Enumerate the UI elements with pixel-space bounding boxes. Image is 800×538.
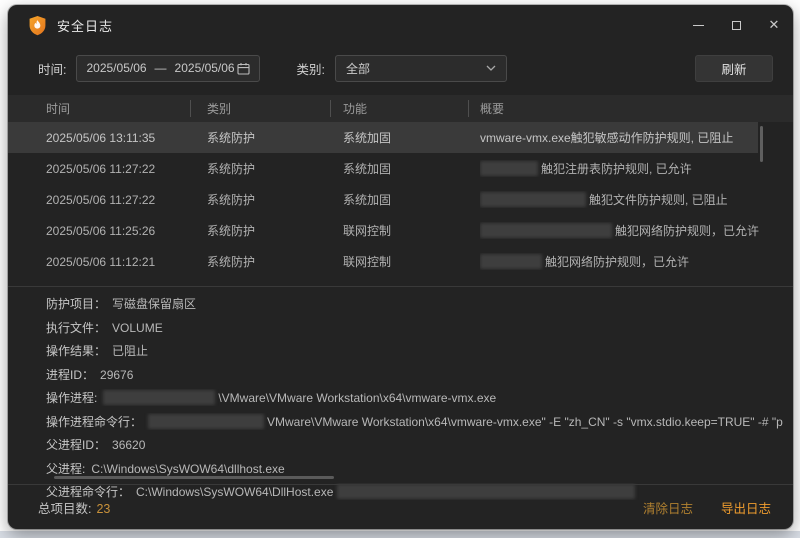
- date-range-separator: —: [155, 61, 167, 75]
- cell-summary: vmware-vmx.exe触犯敏感动作防护规则, 已阻止: [480, 129, 758, 146]
- detail-value: \VMware\VMware Workstation\x64\vmware-vm…: [218, 391, 496, 405]
- redacted-text: [480, 161, 538, 176]
- detail-label: 防护项目：: [46, 297, 106, 311]
- cell-summary: 触犯文件防护规则, 已阻止: [480, 191, 793, 208]
- cell-category: 系统防护: [207, 253, 343, 270]
- calendar-icon: [237, 62, 250, 75]
- detail-line: 防护项目： 写磁盘保留扇区: [46, 295, 783, 312]
- column-divider: [330, 100, 331, 117]
- detail-line: 父进程: C:\Windows\SysWOW64\dllhost.exe: [46, 460, 783, 477]
- detail-line: 操作进程: \VMware\VMware Workstation\x64\vmwa…: [46, 389, 783, 406]
- desktop-edge: [0, 531, 800, 538]
- filter-bar: 时间: 2025/05/06 — 2025/05/06 类别: 全部 刷新: [8, 52, 793, 84]
- detail-line: 执行文件： VOLUME: [46, 319, 783, 336]
- detail-label: 父进程ID：: [46, 438, 106, 452]
- table-row[interactable]: 2025/05/06 13:11:35 系统防护 系统加固 vmware-vmx…: [8, 122, 758, 153]
- vertical-scrollbar-thumb[interactable]: [760, 126, 763, 162]
- cell-function: 系统加固: [343, 191, 480, 208]
- detail-label: 执行文件：: [46, 321, 106, 335]
- footer-bar: 总项目数: 23 清除日志 导出日志: [8, 485, 793, 529]
- detail-label: 操作进程命令行：: [46, 415, 142, 429]
- detail-label: 操作进程:: [46, 391, 97, 405]
- detail-line: 进程ID： 29676: [46, 366, 783, 383]
- close-icon: ✕: [769, 17, 780, 33]
- export-log-button[interactable]: 导出日志: [721, 498, 771, 517]
- log-detail-panel: 防护项目： 写磁盘保留扇区 执行文件： VOLUME 操作结果： 已阻止 进程ID： 2…: [46, 295, 783, 500]
- redacted-text: [103, 390, 215, 405]
- category-filter-label: 类别:: [296, 59, 324, 78]
- cell-time: 2025/05/06 11:25:26: [46, 224, 207, 238]
- cell-summary: 触犯注册表防护规则, 已允许: [480, 160, 793, 177]
- date-to[interactable]: 2025/05/06: [175, 61, 235, 75]
- col-header-summary[interactable]: 概要: [480, 100, 793, 117]
- table-row[interactable]: 2025/05/06 11:27:22 系统防护 系统加固 触犯注册表防护规则,…: [8, 153, 793, 184]
- col-header-function[interactable]: 功能: [343, 100, 480, 117]
- detail-line: 操作进程命令行： VMware\VMware Workstation\x64\vm…: [46, 413, 783, 430]
- log-table-body: 2025/05/06 13:11:35 系统防护 系统加固 vmware-vmx…: [8, 122, 793, 277]
- cell-function: 联网控制: [343, 253, 480, 270]
- security-log-window: 安全日志 ✕ 时间: 2025/05/06 — 2025/05/06 类别: 全…: [8, 5, 793, 529]
- detail-label: 操作结果：: [46, 344, 106, 358]
- column-divider: [468, 100, 469, 117]
- cell-category: 系统防护: [207, 191, 343, 208]
- maximize-button[interactable]: [717, 5, 755, 45]
- shield-app-icon: [28, 15, 47, 36]
- cell-summary: 触犯网络防护规则，已允许: [480, 253, 793, 270]
- cell-summary: 触犯网络防护规则，已允许: [480, 222, 793, 239]
- redacted-text: [480, 254, 542, 269]
- section-divider: [8, 286, 793, 287]
- detail-value: 已阻止: [112, 344, 148, 358]
- category-select[interactable]: 全部: [335, 55, 507, 82]
- date-range-picker[interactable]: 2025/05/06 — 2025/05/06: [76, 55, 260, 82]
- chevron-down-icon: [486, 65, 496, 71]
- window-title: 安全日志: [57, 16, 113, 35]
- table-row[interactable]: 2025/05/06 11:12:21 系统防护 联网控制 触犯网络防护规则，已…: [8, 246, 793, 277]
- redacted-text: [480, 223, 612, 238]
- detail-value: C:\Windows\SysWOW64\dllhost.exe: [91, 462, 284, 476]
- cell-category: 系统防护: [207, 129, 343, 146]
- horizontal-scrollbar-thumb[interactable]: [54, 476, 334, 479]
- clear-log-button[interactable]: 清除日志: [643, 498, 693, 517]
- close-button[interactable]: ✕: [755, 5, 793, 45]
- time-filter-label: 时间:: [38, 59, 66, 78]
- detail-value: VMware\VMware Workstation\x64\vmware-vmx…: [267, 415, 783, 429]
- maximize-icon: [732, 21, 741, 30]
- date-from[interactable]: 2025/05/06: [86, 61, 146, 75]
- titlebar: 安全日志 ✕: [8, 5, 793, 45]
- table-row[interactable]: 2025/05/06 11:25:26 系统防护 联网控制 触犯网络防护规则，已…: [8, 215, 793, 246]
- col-header-time[interactable]: 时间: [46, 100, 207, 117]
- detail-value: 写磁盘保留扇区: [112, 297, 196, 311]
- redacted-text: [148, 414, 264, 429]
- detail-value: VOLUME: [112, 321, 163, 335]
- cell-function: 系统加固: [343, 160, 480, 177]
- detail-label: 进程ID：: [46, 368, 94, 382]
- cell-time: 2025/05/06 13:11:35: [46, 131, 207, 145]
- refresh-button[interactable]: 刷新: [695, 55, 773, 82]
- detail-line: 父进程ID： 36620: [46, 436, 783, 453]
- detail-label: 父进程:: [46, 462, 85, 476]
- category-selected-value: 全部: [346, 60, 370, 77]
- table-row[interactable]: 2025/05/06 11:27:22 系统防护 系统加固 触犯文件防护规则, …: [8, 184, 793, 215]
- minimize-button[interactable]: [679, 5, 717, 45]
- cell-time: 2025/05/06 11:12:21: [46, 255, 207, 269]
- window-controls: ✕: [679, 5, 793, 45]
- total-count-label: 总项目数:: [38, 502, 91, 516]
- log-table-header: 时间 类别 功能 概要: [8, 95, 793, 122]
- cell-category: 系统防护: [207, 160, 343, 177]
- detail-value: 36620: [112, 438, 145, 452]
- cell-function: 联网控制: [343, 222, 480, 239]
- total-count: 总项目数: 23: [38, 498, 110, 517]
- detail-line: 操作结果： 已阻止: [46, 342, 783, 359]
- cell-time: 2025/05/06 11:27:22: [46, 162, 207, 176]
- col-header-category[interactable]: 类别: [207, 100, 343, 117]
- redacted-text: [480, 192, 586, 207]
- detail-value: 29676: [100, 368, 133, 382]
- cell-function: 系统加固: [343, 129, 480, 146]
- cell-category: 系统防护: [207, 222, 343, 239]
- cell-time: 2025/05/06 11:27:22: [46, 193, 207, 207]
- minimize-icon: [693, 25, 704, 26]
- total-count-value: 23: [96, 502, 110, 516]
- column-divider: [190, 100, 191, 117]
